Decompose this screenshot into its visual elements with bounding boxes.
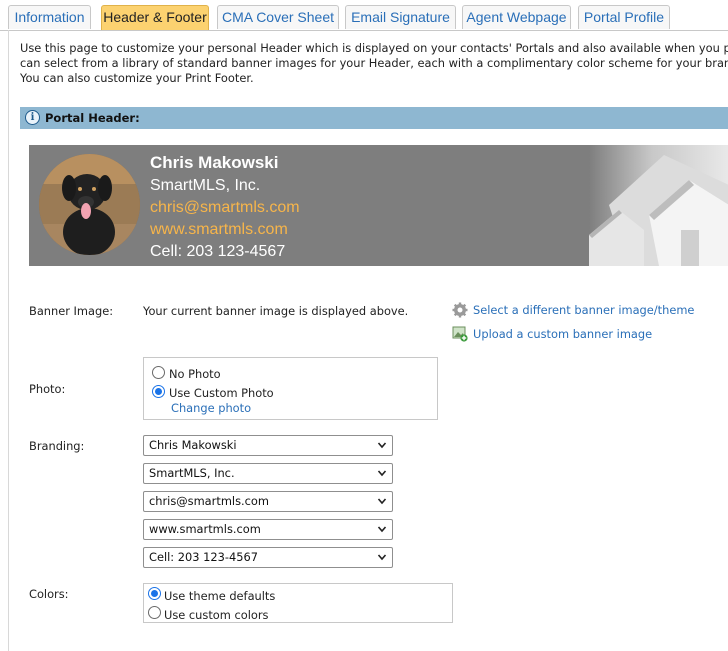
agent-photo [39,154,140,255]
intro-line-2: can select from a library of standard ba… [20,56,728,70]
info-icon: i [25,110,40,125]
banner-image-status: Your current banner image is displayed a… [143,304,409,318]
banner-website: www.smartmls.com [150,221,288,238]
tab-bar: Information Header & Footer CMA Cover Sh… [0,0,728,31]
upload-banner-link[interactable]: Upload a custom banner image [473,327,652,341]
section-title: Portal Header: [45,111,140,125]
intro-line-1: Use this page to customize your personal… [20,41,728,55]
banner-email: chris@smartmls.com [150,199,300,216]
banner-image-label: Banner Image: [29,304,114,318]
change-photo-link[interactable]: Change photo [171,401,251,415]
banner-cell: Cell: 203 123-4567 [150,243,286,260]
branding-select-cell[interactable]: Cell: 203 123-4567 [143,547,393,568]
intro-line-3: You can also customize your Print Footer… [20,71,254,85]
tab-information[interactable]: Information [8,5,91,29]
upload-image-icon [452,326,468,342]
no-photo-radio[interactable] [152,366,165,379]
tab-portal-profile[interactable]: Portal Profile [578,5,670,29]
custom-photo-label: Use Custom Photo [169,386,274,400]
custom-colors-radio[interactable] [148,606,161,619]
custom-colors-label: Use custom colors [164,608,269,622]
chevron-down-icon [377,442,387,449]
chevron-down-icon [377,498,387,505]
chevron-down-icon [377,470,387,477]
branding-select-name[interactable]: Chris Makowski [143,435,393,456]
theme-defaults-label: Use theme defaults [164,589,276,603]
branding-select-email-value: chris@smartmls.com [149,494,269,508]
tab-cma-cover-sheet[interactable]: CMA Cover Sheet [217,5,339,29]
banner-company: SmartMLS, Inc. [150,177,261,194]
branding-select-company-value: SmartMLS, Inc. [149,466,235,480]
branding-select-website-value: www.smartmls.com [149,522,261,536]
no-photo-label: No Photo [169,367,221,381]
portal-header-section: i Portal Header: [20,107,728,129]
select-banner-link[interactable]: Select a different banner image/theme [473,303,694,317]
branding-select-cell-value: Cell: 203 123-4567 [149,550,258,564]
tab-header-footer[interactable]: Header & Footer [101,5,209,30]
branding-select-website[interactable]: www.smartmls.com [143,519,393,540]
branding-select-company[interactable]: SmartMLS, Inc. [143,463,393,484]
tab-email-signature[interactable]: Email Signature [345,5,456,29]
branding-label: Branding: [29,439,85,453]
tab-agent-webpage[interactable]: Agent Webpage [462,5,571,29]
branding-select-email[interactable]: chris@smartmls.com [143,491,393,512]
custom-photo-radio[interactable] [152,385,165,398]
frame-border [8,30,9,651]
chevron-down-icon [377,554,387,561]
photo-label: Photo: [29,382,66,396]
banner-preview: Chris Makowski SmartMLS, Inc. chris@smar… [29,145,728,266]
chevron-down-icon [377,526,387,533]
house-graphic [589,155,728,266]
colors-label: Colors: [29,587,69,601]
branding-select-name-value: Chris Makowski [149,438,237,452]
gear-icon [452,302,468,318]
banner-agent-name: Chris Makowski [150,153,279,172]
intro-text: Use this page to customize your personal… [20,41,728,86]
theme-defaults-radio[interactable] [148,587,161,600]
